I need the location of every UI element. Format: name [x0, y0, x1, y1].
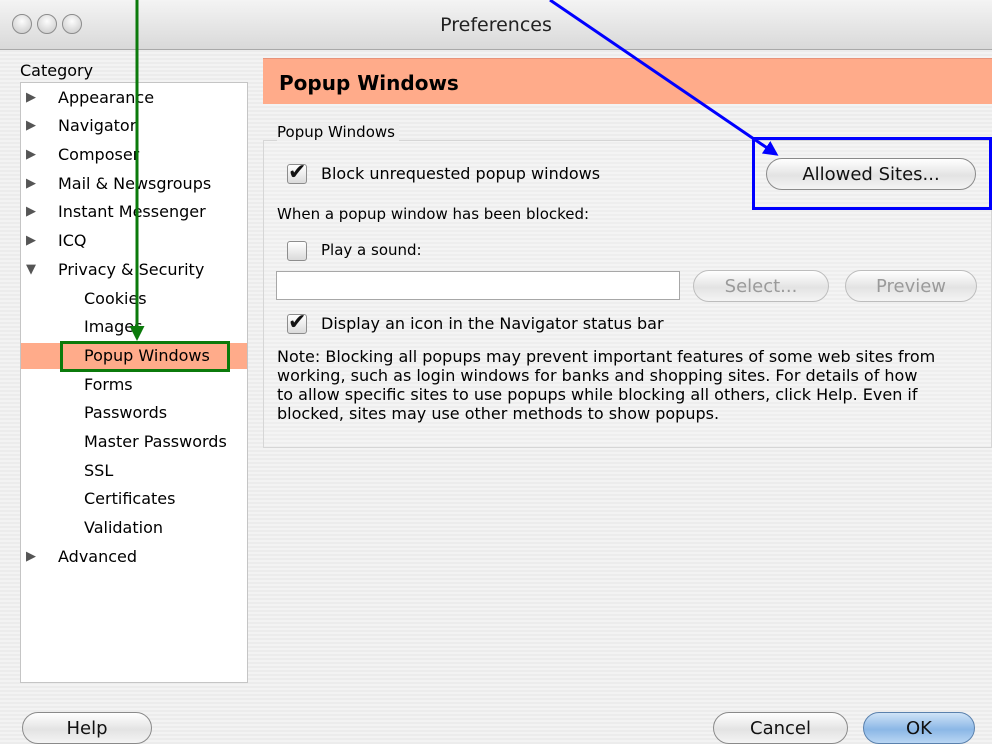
tree-item-certificates[interactable]: Certificates [21, 486, 247, 512]
blocked-heading: When a popup window has been blocked: [277, 205, 590, 223]
blocking-note: Note: Blocking all popups may prevent im… [277, 347, 936, 423]
group-label: Popup Windows [277, 123, 399, 141]
allowed-sites-highlight [752, 137, 992, 210]
tree-item-label: Cookies [84, 289, 147, 308]
tree-item-label: Instant Messenger [58, 202, 206, 221]
title-bar: Preferences [0, 0, 992, 50]
window-title: Preferences [440, 14, 552, 36]
block-popups-checkbox[interactable]: ✔ [287, 162, 307, 184]
tree-item-images[interactable]: Images [21, 314, 247, 340]
tree-item-privacy-security[interactable]: ▼ Privacy & Security [21, 257, 247, 283]
tree-item-cookies[interactable]: Cookies [21, 286, 247, 312]
status-icon-label: Display an icon in the Navigator status … [321, 314, 664, 333]
tree-item-forms[interactable]: Forms [21, 372, 247, 398]
tree-item-label: Composer [58, 145, 140, 164]
tree-item-label: Appearance [58, 88, 155, 107]
ok-button[interactable]: OK [863, 712, 975, 744]
expand-triangle-icon[interactable]: ▶ [26, 199, 36, 225]
tree-item-ssl[interactable]: SSL [21, 458, 247, 484]
tree-item-navigator[interactable]: ▶ Navigator [21, 113, 247, 139]
page-title: Popup Windows [279, 71, 459, 95]
tree-item-label: Certificates [84, 489, 176, 508]
tree-item-label: Master Passwords [84, 432, 227, 451]
tree-item-label: ICQ [58, 231, 87, 250]
expand-triangle-icon[interactable]: ▶ [26, 85, 36, 111]
tree-item-label: Forms [84, 375, 133, 394]
expand-triangle-icon[interactable]: ▶ [26, 228, 36, 254]
tree-item-instant-messenger[interactable]: ▶ Instant Messenger [21, 199, 247, 225]
play-sound-label: Play a sound: [321, 241, 422, 259]
preferences-window: Preferences Category ▶ Appearance ▶ Navi… [0, 0, 992, 744]
category-label: Category [20, 61, 94, 80]
tree-item-mail-newsgroups[interactable]: ▶ Mail & Newsgroups [21, 171, 247, 197]
category-tree[interactable]: ▶ Appearance ▶ Navigator ▶ Composer ▶ Ma… [20, 82, 248, 683]
expand-triangle-icon[interactable]: ▶ [26, 544, 36, 570]
cancel-button[interactable]: Cancel [713, 712, 848, 744]
preview-sound-button[interactable]: Preview [845, 270, 977, 302]
tree-item-label: Passwords [84, 403, 168, 422]
sound-file-input[interactable] [276, 271, 680, 300]
expand-triangle-icon[interactable]: ▶ [26, 171, 36, 197]
block-popups-label: Block unrequested popup windows [321, 164, 601, 183]
panel-header: Popup Windows [263, 58, 992, 104]
tree-item-passwords[interactable]: Passwords [21, 400, 247, 426]
expand-triangle-icon[interactable]: ▶ [26, 142, 36, 168]
tree-item-label: Advanced [58, 547, 138, 566]
tree-item-label: Validation [84, 518, 164, 537]
collapse-triangle-icon[interactable]: ▼ [26, 257, 36, 283]
tree-item-icq[interactable]: ▶ ICQ [21, 228, 247, 254]
tree-item-composer[interactable]: ▶ Composer [21, 142, 247, 168]
tree-item-label: Privacy & Security [58, 260, 205, 279]
tree-item-validation[interactable]: Validation [21, 515, 247, 541]
expand-triangle-icon[interactable]: ▶ [26, 113, 36, 139]
status-icon-checkbox[interactable]: ✔ [287, 312, 307, 334]
popup-windows-highlight [60, 341, 230, 372]
tree-item-appearance[interactable]: ▶ Appearance [21, 85, 247, 111]
tree-item-master-passwords[interactable]: Master Passwords [21, 429, 247, 455]
select-sound-button[interactable]: Select... [693, 270, 829, 302]
tree-item-label: Navigator [58, 116, 137, 135]
tree-item-label: Images [84, 317, 143, 336]
help-button[interactable]: Help [22, 712, 152, 744]
tree-item-advanced[interactable]: ▶ Advanced [21, 544, 247, 570]
tree-item-label: Mail & Newsgroups [58, 174, 212, 193]
tree-item-label: SSL [84, 461, 114, 480]
play-sound-checkbox[interactable] [287, 241, 307, 261]
